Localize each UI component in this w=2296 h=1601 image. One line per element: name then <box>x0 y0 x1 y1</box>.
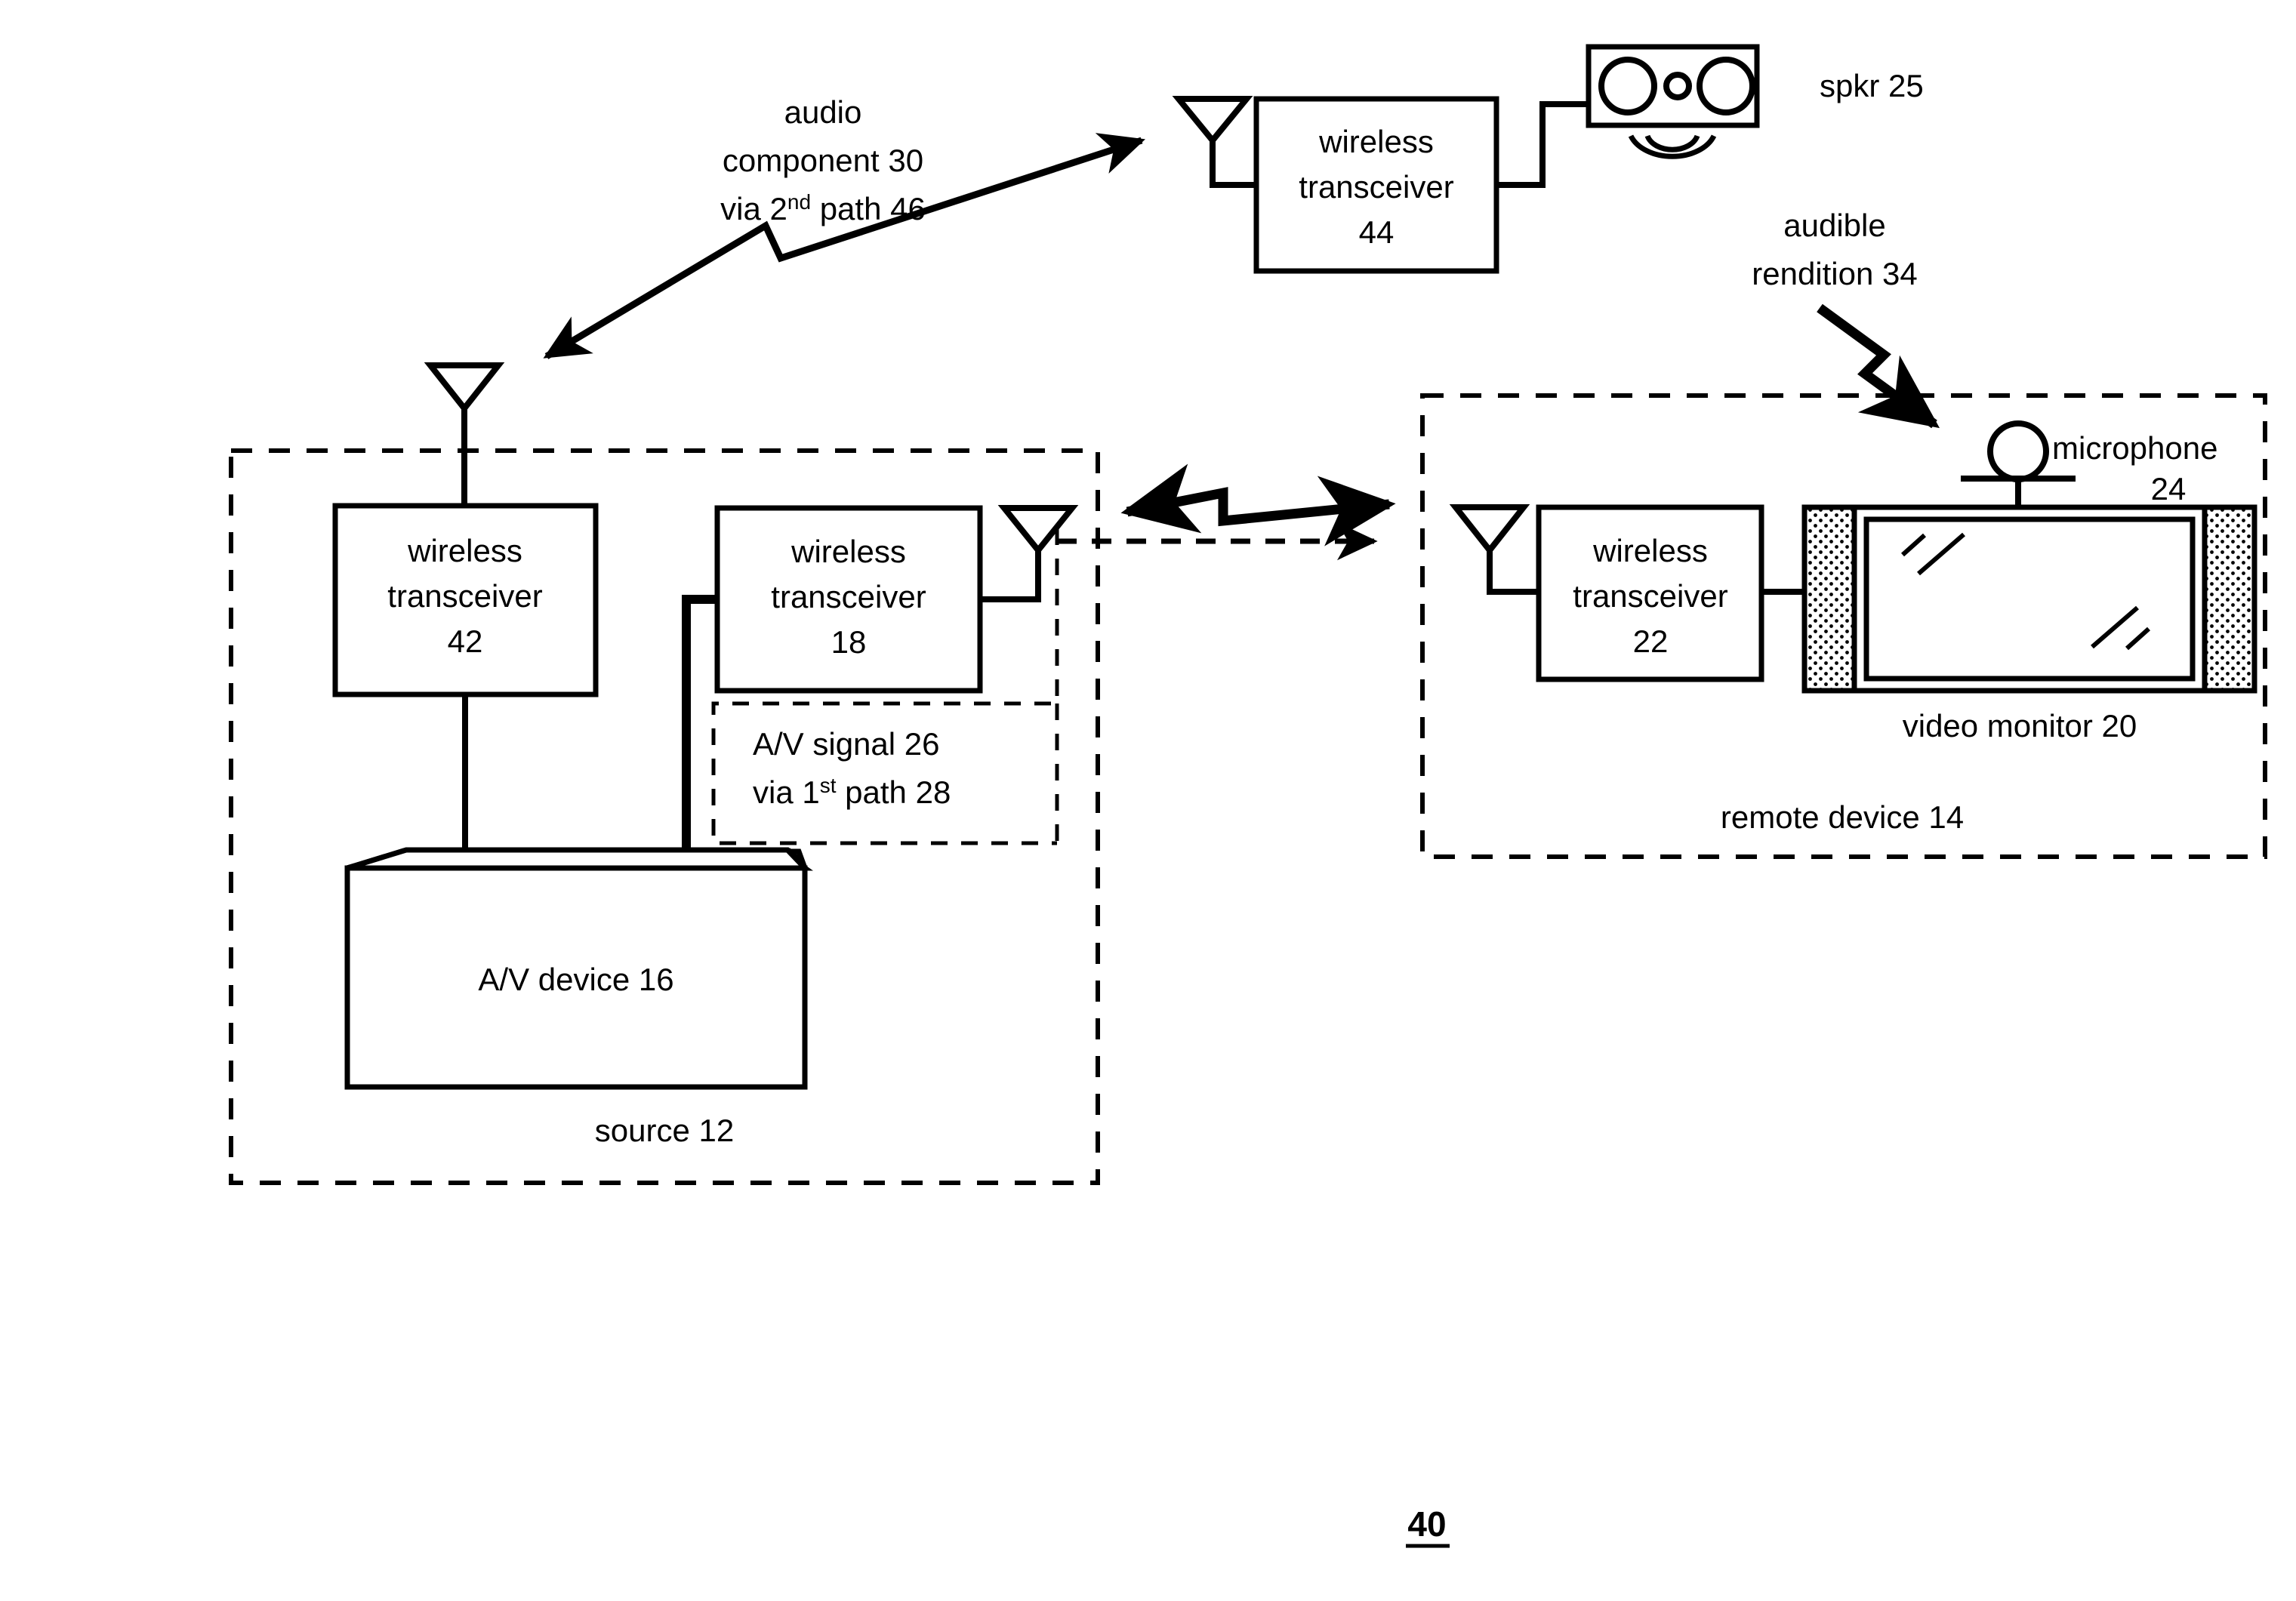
av-signal-line2: via 1st path 28 <box>753 774 951 810</box>
wireless-transceiver-44: wireless transceiver 44 <box>1253 96 1499 274</box>
rf-link-annotation <box>1057 463 1396 561</box>
antenna-icon-44 <box>1172 96 1256 188</box>
video-monitor-label: video monitor 20 <box>1903 708 2137 744</box>
transceiver-22-line2: transceiver <box>1573 578 1727 614</box>
microphone-icon-24: microphone 24 <box>1961 420 2217 507</box>
speaker-driver-center <box>1663 72 1692 100</box>
av-device-16: A/V device 16 <box>344 847 813 1090</box>
av-signal-line1: A/V signal 26 <box>753 726 940 762</box>
microphone-label-line2: 24 <box>2151 471 2187 506</box>
audio-path-annotation: audio component 30 via 2nd path 46 <box>543 94 1145 359</box>
audible-rendition-line2: rendition 34 <box>1752 256 1918 291</box>
remote-enclosure-label: remote device 14 <box>1721 799 1964 835</box>
transceiver-22-line3: 22 <box>1633 623 1669 659</box>
sound-wave-outer <box>1628 134 1717 159</box>
audible-rendition-line1: audible <box>1783 208 1885 243</box>
audible-rendition-lightning-arrow <box>1817 303 1940 429</box>
speaker-icon-25: spkr 25 <box>1586 44 1924 159</box>
audio-path-line2: component 30 <box>723 143 923 178</box>
antenna-22-lead <box>1487 550 1539 595</box>
transceiver-22-line1: wireless <box>1592 533 1708 568</box>
av-device-top-final <box>346 847 812 871</box>
figure-number: 40 <box>1406 1504 1450 1548</box>
patent-figure: source 12 remote device 14 wireless tran… <box>0 0 2296 1601</box>
diagram-canvas: source 12 remote device 14 wireless tran… <box>229 44 2267 1548</box>
video-monitor-icon-20: video monitor 20 <box>1801 504 2257 744</box>
transceiver-18-line3: 18 <box>831 624 867 660</box>
speaker-driver-left <box>1598 57 1657 115</box>
wireless-transceiver-18: wireless transceiver 18 <box>714 505 983 694</box>
monitor-grille-right <box>2202 504 2257 694</box>
transceiver-18-line1: wireless <box>791 534 906 569</box>
audio-path-line3-sup: nd <box>787 190 811 214</box>
antenna-icon <box>424 362 505 414</box>
antenna-icon <box>997 505 1079 556</box>
transceiver-42-line1: wireless <box>407 533 522 568</box>
av-signal-line2-post: path 28 <box>837 774 951 810</box>
av-signal-line2-pre: via 1 <box>753 774 820 810</box>
antenna-icon <box>1449 504 1530 556</box>
sound-waves-icon <box>1628 134 1717 159</box>
antenna-icon-18 <box>980 505 1079 602</box>
figure-number-text: 40 <box>1407 1504 1446 1544</box>
speaker-label: spkr 25 <box>1820 68 1924 103</box>
speaker-driver-right <box>1697 57 1755 115</box>
transceiver-18-line2: transceiver <box>771 579 926 614</box>
audible-rendition-annotation: audible rendition 34 <box>1752 208 1940 429</box>
microphone-head <box>1987 420 2049 482</box>
transceiver-42-line2: transceiver <box>387 578 542 614</box>
transceiver-44-line3: 44 <box>1359 214 1395 250</box>
antenna-18-lead <box>980 550 1041 602</box>
sound-wave-inner <box>1644 134 1700 152</box>
av-signal-annotation: A/V signal 26 via 1st path 28 <box>753 726 951 810</box>
transceiver-42-line3: 42 <box>448 623 483 659</box>
av-signal-line2-sup: st <box>820 774 837 797</box>
microphone-label-line1: microphone <box>2052 430 2217 466</box>
audio-path-line3-post: path 46 <box>811 191 926 226</box>
monitor-grille-left <box>1801 504 1857 694</box>
antenna-icon <box>1172 96 1253 146</box>
source-enclosure-label: source 12 <box>595 1113 734 1148</box>
wireless-transceiver-22: wireless transceiver 22 <box>1536 504 1764 682</box>
rf-link-lightning-arrow <box>1120 463 1396 546</box>
transceiver-44-line2: transceiver <box>1299 169 1453 205</box>
audio-path-line1: audio <box>784 94 862 130</box>
av-device-label: A/V device 16 <box>478 962 673 997</box>
wireless-transceiver-42: wireless transceiver 42 <box>332 503 599 697</box>
transceiver-44-to-speaker-wire <box>1496 101 1589 188</box>
antenna-44-lead <box>1210 140 1256 188</box>
audio-path-line3-pre: via 2 <box>720 191 787 226</box>
antenna-icon-22 <box>1449 504 1539 595</box>
transceiver-44-line1: wireless <box>1318 124 1434 159</box>
